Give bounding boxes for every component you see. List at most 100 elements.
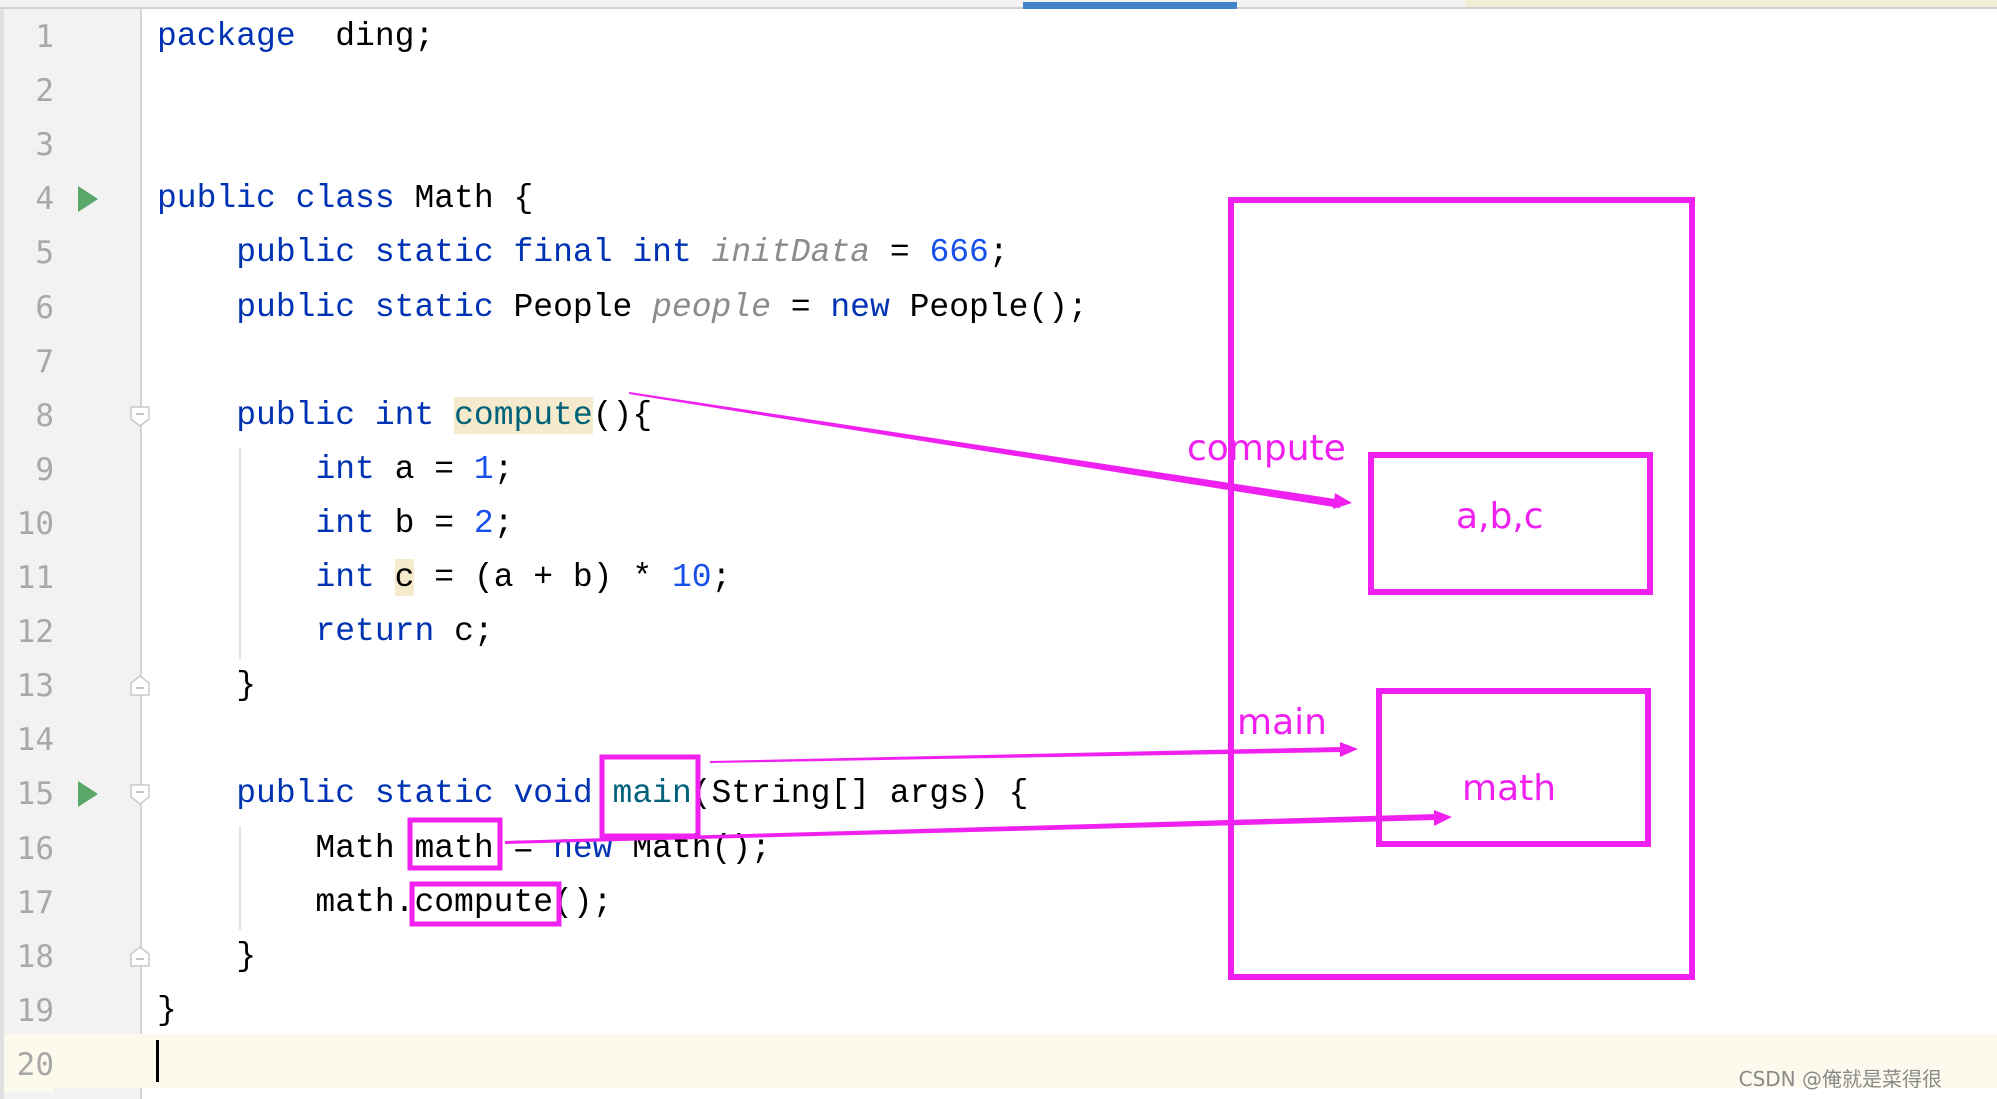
code-token: public bbox=[157, 180, 276, 218]
code-line[interactable]: int b = 2; bbox=[157, 497, 513, 551]
fold-icon[interactable] bbox=[129, 405, 151, 427]
fold-icon[interactable] bbox=[129, 783, 151, 806]
line-number: 7 bbox=[35, 343, 54, 380]
code-token: int bbox=[315, 504, 375, 542]
code-token: ; bbox=[988, 234, 1009, 272]
code-token: c bbox=[394, 559, 415, 596]
run-icon[interactable] bbox=[78, 781, 98, 808]
code-line[interactable]: public static People people = new People… bbox=[157, 281, 1088, 335]
code-token: c; bbox=[434, 613, 494, 651]
line-number: 14 bbox=[16, 722, 54, 759]
code-token: People bbox=[493, 288, 653, 326]
main-frame-label: main bbox=[1237, 702, 1327, 743]
compute-arrowhead bbox=[1333, 493, 1352, 509]
code-token: b = bbox=[374, 504, 474, 542]
compute-frame-label: compute bbox=[1187, 428, 1346, 469]
line-number: 17 bbox=[16, 884, 54, 921]
line-number: 19 bbox=[16, 992, 54, 1029]
code-token: package bbox=[157, 18, 296, 55]
line-number: 1 bbox=[35, 19, 54, 55]
code-token: compute bbox=[454, 396, 593, 434]
code-line[interactable]: int a = 1; bbox=[157, 443, 514, 497]
code-line[interactable]: public static void main(String[] args) { bbox=[157, 767, 1028, 821]
code-token: ; bbox=[493, 450, 514, 488]
stack-frame-box bbox=[1228, 197, 1695, 980]
code-token: math.compute(); bbox=[157, 883, 613, 921]
math-arrowhead bbox=[1434, 810, 1452, 826]
code-token: public bbox=[236, 288, 356, 326]
current-line-highlight bbox=[4, 1034, 1997, 1088]
code-token: (String[] args) { bbox=[691, 775, 1029, 813]
code-token: int bbox=[315, 450, 375, 488]
line-number: 5 bbox=[35, 235, 54, 272]
watermark: CSDN @俺就是菜得很 bbox=[1738, 1067, 1942, 1091]
tab-bar-tint bbox=[1465, 0, 1997, 7]
code-token: 10 bbox=[671, 559, 712, 596]
code-token: People(); bbox=[889, 288, 1088, 326]
code-token: final bbox=[513, 234, 613, 272]
code-token: 666 bbox=[929, 234, 989, 272]
code-line[interactable]: public static final int initData = 666; bbox=[157, 226, 1009, 280]
code-line[interactable]: Math math = new Math(); bbox=[157, 822, 771, 876]
line-number: 10 bbox=[16, 505, 54, 542]
code-token: return bbox=[315, 613, 435, 651]
code-line[interactable]: public class Math { bbox=[157, 172, 533, 226]
code-token: initData bbox=[711, 234, 871, 272]
code-line[interactable]: int c = (a + b) * 10; bbox=[157, 551, 731, 605]
line-number: 4 bbox=[35, 181, 54, 218]
code-token: public bbox=[236, 234, 356, 272]
run-icon[interactable] bbox=[78, 186, 98, 213]
code-line[interactable]: } bbox=[157, 984, 177, 1038]
active-tab-indicator[interactable] bbox=[1023, 2, 1237, 9]
code-token: 2 bbox=[473, 504, 494, 542]
code-line[interactable]: } bbox=[157, 930, 256, 984]
code-token: Math(); bbox=[612, 829, 771, 867]
code-line[interactable]: } bbox=[157, 659, 256, 713]
code-token: people bbox=[652, 288, 771, 326]
fold-icon[interactable] bbox=[129, 945, 151, 968]
code-line[interactable]: package ding; bbox=[157, 10, 434, 64]
indent-guide bbox=[239, 826, 241, 930]
code-token: static bbox=[374, 288, 494, 326]
code-token: public bbox=[236, 396, 356, 434]
code-token: = (a + b) * bbox=[414, 559, 672, 596]
code-token: } bbox=[157, 667, 257, 705]
line-number: 20 bbox=[4, 1037, 54, 1092]
line-number: 15 bbox=[16, 776, 54, 813]
code-token: 1 bbox=[473, 450, 494, 488]
code-token: main bbox=[612, 775, 692, 813]
main-arrow bbox=[710, 747, 1343, 763]
code-token: } bbox=[157, 937, 257, 975]
code-token: void bbox=[513, 775, 593, 813]
code-line[interactable]: public int compute(){ bbox=[157, 389, 652, 443]
code-token: static bbox=[374, 775, 494, 813]
line-number: 8 bbox=[35, 397, 54, 434]
indent-guide bbox=[239, 448, 241, 660]
line-number: 12 bbox=[16, 614, 54, 651]
main-arrowhead bbox=[1340, 742, 1358, 757]
editor-tab-bar bbox=[0, 0, 1997, 9]
fold-icon[interactable] bbox=[129, 675, 151, 697]
code-token: ; bbox=[711, 559, 732, 596]
code-token: } bbox=[157, 991, 177, 1029]
code-token: public bbox=[236, 775, 356, 813]
code-token: Math { bbox=[394, 180, 534, 218]
code-line[interactable]: math.compute(); bbox=[157, 876, 612, 930]
code-token: static bbox=[374, 234, 494, 272]
line-number: 18 bbox=[16, 938, 54, 975]
code-line[interactable]: return c; bbox=[157, 605, 494, 659]
line-number: 6 bbox=[35, 289, 54, 326]
